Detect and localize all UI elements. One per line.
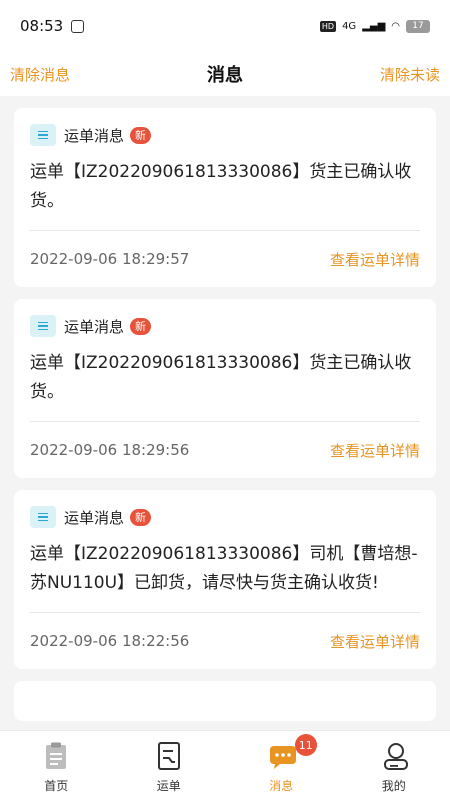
message-card[interactable]: 运单消息 新 运单【IZ202209061813330086】货主已确认收货。 … [14,299,436,478]
message-list-icon [30,124,56,146]
clipboard-icon [43,741,69,771]
message-list-icon [30,315,56,337]
message-time: 2022-09-06 18:29:56 [30,441,190,459]
message-type: 运单消息 [64,508,125,527]
message-footer: 2022-09-06 18:22:56 查看运单详情 [30,613,420,669]
tab-label: 运单 [156,779,181,793]
status-bar: 08:53 HD 4G ▂▄▆ ◠ 17 [0,0,450,52]
message-text: 运单【IZ202209061813330086】货主已确认收货。 [30,349,420,422]
tab-waybill[interactable]: 运单 [113,731,226,800]
message-list-icon [30,506,56,528]
message-type: 运单消息 [64,126,125,145]
message-footer: 2022-09-06 18:29:56 查看运单详情 [30,422,420,478]
notification-icon [71,19,85,33]
view-waybill-link[interactable]: 查看运单详情 [330,631,420,652]
nav-bar: 清除消息 消息 清除未读 [0,52,450,96]
message-type: 运单消息 [64,317,125,336]
profile-icon [381,741,408,771]
message-time: 2022-09-06 18:22:56 [30,632,190,650]
chat-icon [268,741,297,771]
wifi-icon: ◠ [391,20,400,32]
network-label: 4G [342,20,357,32]
status-time: 08:53 [20,17,64,35]
tab-label: 我的 [381,779,406,793]
view-waybill-link[interactable]: 查看运单详情 [330,440,420,461]
new-badge: 新 [130,317,152,335]
signal-icon: ▂▄▆ [362,20,386,32]
message-card[interactable]: 运单消息 新 运单【IZ202209061813330086】货主已确认收货。 … [14,108,436,287]
message-card-partial[interactable] [14,681,436,721]
hd-icon: HD [319,20,337,32]
message-header: 运单消息 新 [30,506,420,528]
tab-messages[interactable]: 11 消息 [225,731,338,800]
message-time: 2022-09-06 18:29:57 [30,250,190,268]
message-text: 运单【IZ202209061813330086】司机【曹培想-苏NU110U】已… [30,540,420,613]
tab-bar: 首页 运单 11 消息 我的 [0,730,450,800]
message-header: 运单消息 新 [30,124,420,146]
tab-label: 消息 [269,779,294,793]
view-waybill-link[interactable]: 查看运单详情 [330,249,420,270]
clear-messages-button[interactable]: 清除消息 [10,64,70,85]
tab-profile[interactable]: 我的 [338,731,450,800]
message-header: 运单消息 新 [30,315,420,337]
new-badge: 新 [130,508,152,526]
message-text: 运单【IZ202209061813330086】货主已确认收货。 [30,158,420,231]
new-badge: 新 [130,126,152,144]
clear-unread-button[interactable]: 清除未读 [380,64,440,85]
message-footer: 2022-09-06 18:29:57 查看运单详情 [30,231,420,287]
unread-count-badge: 11 [294,734,317,756]
message-list[interactable]: 运单消息 新 运单【IZ202209061813330086】货主已确认收货。 … [0,96,450,730]
tab-home[interactable]: 首页 [0,731,113,800]
battery-icon: 17 [406,19,430,33]
waybill-icon [156,741,182,771]
tab-label: 首页 [44,779,69,793]
message-card[interactable]: 运单消息 新 运单【IZ202209061813330086】司机【曹培想-苏N… [14,490,436,669]
